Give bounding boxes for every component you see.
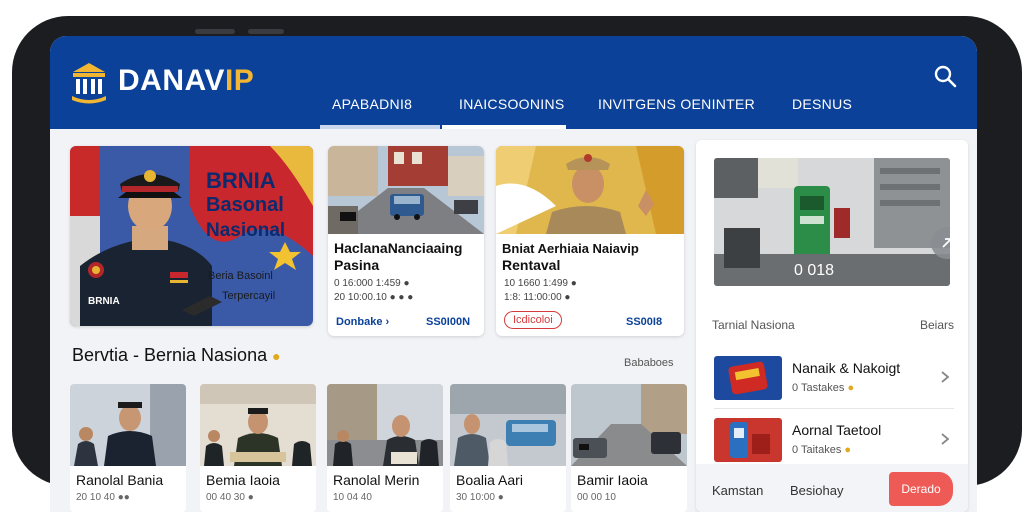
side-feature-caption: 0 018 [794, 262, 835, 279]
thumb-meta: 00 40 30 ● [206, 492, 254, 503]
list-title: Nanaik & Nakoigt [792, 360, 901, 376]
tab-divider [320, 125, 440, 129]
tab-inaicsooninis[interactable]: INAICSOONINS [459, 96, 565, 112]
story-read-link[interactable]: Donbake › [336, 316, 389, 328]
news-thumb[interactable]: Boalia Aari 30 10:00 ● [450, 384, 566, 512]
story-count: SS0I00N [426, 316, 471, 328]
cta-button[interactable]: Derado [889, 472, 953, 506]
story-meta-line1: 10 1660 1:499 ● [504, 278, 577, 289]
tab-invitgens-oeninter[interactable]: INVITGENS OENINTER [598, 96, 755, 112]
thumb-label: Bamir Iaoia [577, 472, 648, 488]
hero-title-line1: BRNIA [206, 168, 276, 193]
app-logo-text: DANAVIP [118, 64, 255, 97]
thumb-meta: 20 10 40 ●● [76, 492, 130, 503]
side-list-item[interactable]: Aornal Taetool 0 Taitakes ● [696, 410, 968, 468]
search-icon[interactable] [933, 64, 957, 88]
thumb-label: Boalia Aari [456, 472, 523, 488]
section-title: Bervtia - Bernia Nasiona ● [72, 345, 281, 365]
thumb-label: Ranolal Bania [76, 472, 164, 488]
news-thumb[interactable]: Bemia Iaoia 00 40 30 ● [200, 384, 316, 512]
side-header-link[interactable]: Beiars [920, 318, 954, 332]
side-panel: 0 018 Tarnial Nasiona Beiars Nanaik & Na… [696, 140, 968, 512]
news-thumb[interactable]: Bamir Iaoia 00 00 10 [571, 384, 687, 512]
building-logo-icon [72, 63, 106, 104]
story-meta-line2: 20 10:00.10 ● ● ● [334, 292, 414, 303]
hero-card[interactable]: BRNIA Basonal Nasional Beria Basoinl Ter… [70, 146, 313, 326]
story-tag-pill[interactable]: Icdicoloi [504, 311, 562, 329]
story-count: SS00I8 [626, 316, 663, 328]
list-thumb [714, 418, 782, 462]
thumb-photo [450, 384, 566, 466]
story-card[interactable]: HaclanaNanciaaing Pasina 0 16:000 1:459 … [328, 146, 484, 336]
thumb-photo [200, 384, 316, 466]
list-meta: 0 Taitakes ● [792, 444, 852, 456]
story-photo-street [328, 146, 484, 234]
story-title-line1: HaclanaNanciaaing [334, 240, 463, 256]
active-tab-indicator [442, 125, 566, 129]
thumb-photo [70, 384, 186, 466]
smile-icon: ● [844, 444, 852, 456]
list-title: Aornal Taetool [792, 422, 882, 438]
hero-title-line2: Basonal [206, 194, 284, 216]
bottom-item-besiohay[interactable]: Besiohay [790, 483, 843, 498]
bottom-action-bar: Kamstan Besiohay Derado [696, 464, 968, 512]
news-thumb[interactable]: Ranolal Merin 10 04 40 [327, 384, 443, 512]
list-divider [714, 408, 954, 409]
story-title-line1: Bniat Aerhiaia Naiavip [502, 241, 639, 256]
story-meta-line2: 1:8: 11:00:00 ● [504, 292, 571, 303]
smile-icon: ● [272, 348, 281, 364]
news-thumb[interactable]: Ranolal Bania 20 10 40 ●● [70, 384, 186, 512]
side-feature-photo[interactable]: 0 018 [714, 158, 950, 286]
list-thumb [714, 356, 782, 400]
hero-badge: BRNIA [88, 296, 120, 307]
thumb-meta: 00 00 10 [577, 492, 616, 503]
phone-volume-button [195, 29, 235, 34]
thumb-meta: 10 04 40 [333, 492, 372, 503]
app-screen: DANAVIP APABADNI8 INAICSOONINS INVITGENS… [50, 36, 977, 512]
app-header: DANAVIP APABADNI8 INAICSOONINS INVITGENS… [50, 36, 977, 129]
story-title-line2: Rentaval [502, 257, 561, 273]
smile-icon: ● [847, 382, 855, 394]
chevron-right-icon[interactable] [940, 370, 950, 384]
tab-desnus[interactable]: DESNUS [792, 96, 852, 112]
thumb-photo [327, 384, 443, 466]
hero-title-line3: Nasional [206, 220, 286, 241]
chevron-right-icon[interactable] [940, 432, 950, 446]
story-card[interactable]: Bniat Aerhiaia Naiavip Rentaval 10 1660 … [496, 146, 684, 336]
thumb-label: Bemia Iaoia [206, 472, 280, 488]
phone-power-button [248, 29, 284, 34]
story-title-line2: Pasina [334, 257, 380, 273]
tab-apabadni8[interactable]: APABADNI8 [332, 96, 412, 112]
side-header-title: Tarnial Nasiona [712, 318, 795, 332]
thumb-label: Ranolal Merin [333, 472, 420, 488]
side-list-item[interactable]: Nanaik & Nakoigt 0 Tastakes ● [696, 348, 968, 406]
thumb-photo [571, 384, 687, 466]
bottom-item-kamstan[interactable]: Kamstan [712, 483, 763, 498]
expand-arrow-icon[interactable] [940, 236, 950, 250]
thumb-meta: 30 10:00 ● [456, 492, 504, 503]
story-photo-officer [496, 146, 684, 234]
section-see-all-link[interactable]: Bababoes [624, 357, 674, 369]
story-meta-line1: 0 16:000 1:459 ● [334, 278, 410, 289]
list-meta: 0 Tastakes ● [792, 382, 855, 394]
hero-caption-line1: Beria Basoinl [208, 270, 273, 282]
hero-caption-line2: Terpercayil [222, 290, 276, 302]
